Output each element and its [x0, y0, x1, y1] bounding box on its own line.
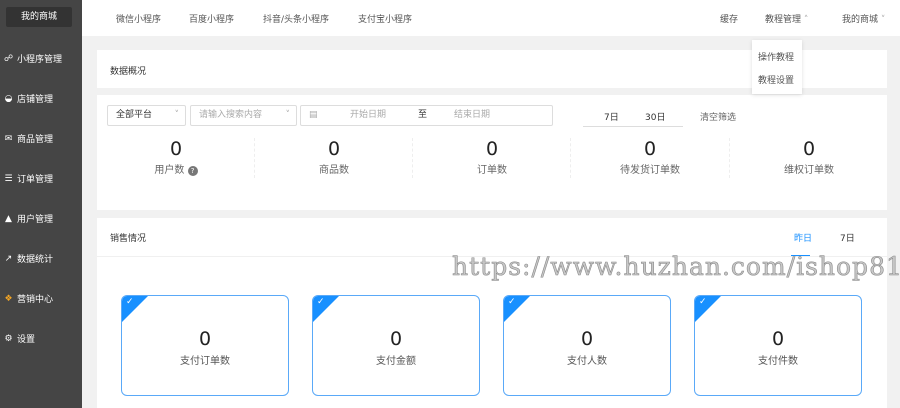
cache-button[interactable]: 缓存 [720, 12, 738, 25]
menu-item-tutorial-settings[interactable]: 教程设置 [758, 73, 794, 86]
chevron-down-icon: ˅ [174, 110, 180, 120]
check-icon: ✓ [317, 297, 325, 307]
chevron-up-icon: ˄ [803, 15, 809, 25]
tab-wechat[interactable]: 微信小程序 [116, 12, 161, 25]
stat-users: 0 用户数 ? [97, 138, 255, 176]
order-icon: ☰ [4, 173, 13, 184]
stat-value: 0 [169, 138, 183, 160]
stat-label: 维权订单数 [784, 165, 834, 176]
card-label: 支付订单数 [180, 356, 230, 367]
date-separator: 至 [418, 110, 428, 120]
menu-item-tutorial[interactable]: 操作教程 [758, 50, 794, 63]
tutorial-menu[interactable]: 教程管理 ˄ [765, 12, 808, 25]
clear-filter-button[interactable]: 清空筛选 [700, 110, 736, 123]
stat-label: 待发货订单数 [620, 165, 680, 176]
sales-card-paid-amount[interactable]: ✓ 0 支付金额 [312, 295, 480, 396]
end-date-input[interactable]: 结束日期 [454, 106, 490, 125]
tab-yesterday[interactable]: 昨日 [794, 231, 812, 244]
card-label: 支付件数 [758, 356, 798, 367]
sales-title: 销售情况 [110, 234, 147, 244]
sidebar-item-label: 营销中心 [17, 295, 54, 305]
sales-card-paid-users[interactable]: ✓ 0 支付人数 [503, 295, 671, 396]
sidebar-item-label: 小程序管理 [17, 55, 63, 65]
calendar-icon: ▤ [309, 110, 318, 120]
stat-value: 0 [643, 138, 657, 160]
stat-orders: 0 订单数 [413, 138, 571, 176]
logo[interactable]: 我的商城 [6, 7, 72, 27]
marketing-icon: ❖ [4, 293, 13, 304]
chart-icon: ↗ [4, 253, 13, 264]
sidebar-item-label: 设置 [17, 335, 36, 345]
store-icon: ◒ [4, 93, 13, 104]
search-placeholder: 请输入搜索内容 [199, 110, 263, 120]
sales-card-paid-items[interactable]: ✓ 0 支付件数 [694, 295, 862, 396]
sidebar-item-users[interactable]: ▲ 用户管理 [4, 212, 54, 226]
stat-label: 用户数 [154, 165, 185, 176]
date-range-picker[interactable]: ▤ 开始日期 至 结束日期 [300, 105, 553, 126]
sidebar-item-orders[interactable]: ☰ 订单管理 [4, 172, 54, 186]
search-input[interactable]: 请输入搜索内容 ˅ [190, 105, 297, 126]
gear-icon: ⚙ [4, 333, 13, 344]
stat-value: 0 [327, 138, 341, 160]
overview-title: 数据概况 [110, 67, 147, 77]
card-value: 0 [198, 328, 212, 350]
stat-label: 订单数 [477, 165, 507, 176]
range-7-days[interactable]: 7日 [604, 110, 619, 123]
sidebar-item-goods[interactable]: ✉ 商品管理 [4, 132, 54, 146]
chevron-down-icon: ˅ [880, 15, 886, 25]
stat-label: 商品数 [319, 165, 349, 176]
stat-value: 0 [485, 138, 499, 160]
platform-value: 全部平台 [116, 110, 153, 120]
sidebar-item-settings[interactable]: ⚙ 设置 [4, 332, 36, 346]
sidebar-item-store[interactable]: ◒ 店铺管理 [4, 92, 54, 106]
card-label: 支付人数 [567, 356, 607, 367]
goods-icon: ✉ [4, 133, 13, 144]
stat-goods: 0 商品数 [255, 138, 413, 176]
shop-label: 我的商城 [842, 15, 879, 25]
sidebar-item-marketing[interactable]: ❖ 营销中心 [4, 292, 54, 306]
sidebar-item-miniprogram[interactable]: ☍ 小程序管理 [4, 52, 63, 66]
tutorial-dropdown: 操作教程 教程设置 [752, 40, 802, 94]
tutorial-label: 教程管理 [765, 15, 802, 25]
stat-rights-orders: 0 维权订单数 [730, 138, 888, 176]
watermark: https://www.huzhan.com/ishop81 [452, 252, 900, 282]
chevron-down-icon: ˅ [285, 110, 291, 120]
sidebar-item-label: 用户管理 [17, 215, 54, 225]
card-value: 0 [389, 328, 403, 350]
top-bar: 微信小程序 百度小程序 抖音/头条小程序 支付宝小程序 缓存 教程管理 ˄ 我的… [82, 0, 900, 36]
start-date-input[interactable]: 开始日期 [350, 106, 386, 125]
shop-menu[interactable]: 我的商城 ˅ [842, 12, 885, 25]
sidebar: 我的商城 ☍ 小程序管理 ◒ 店铺管理 ✉ 商品管理 ☰ 订单管理 ▲ 用户管理 ↗ 数据统… [0, 0, 82, 408]
range-underline [583, 126, 683, 127]
sidebar-item-label: 商品管理 [17, 135, 54, 145]
platform-select[interactable]: 全部平台 ˅ [107, 105, 186, 126]
help-icon[interactable]: ? [187, 166, 198, 176]
stat-pending-shipment: 0 待发货订单数 [571, 138, 729, 176]
sales-card-paid-orders[interactable]: ✓ 0 支付订单数 [121, 295, 289, 396]
tab-7-days[interactable]: 7日 [840, 231, 855, 244]
check-icon: ✓ [508, 297, 516, 307]
tab-alipay[interactable]: 支付宝小程序 [358, 12, 412, 25]
sidebar-item-stats[interactable]: ↗ 数据统计 [4, 252, 54, 266]
user-icon: ▲ [5, 213, 12, 224]
tab-baidu[interactable]: 百度小程序 [189, 12, 234, 25]
sidebar-item-label: 店铺管理 [17, 95, 54, 105]
tab-douyin[interactable]: 抖音/头条小程序 [263, 12, 329, 25]
sidebar-item-label: 订单管理 [17, 175, 54, 185]
card-value: 0 [771, 328, 785, 350]
range-30-days[interactable]: 30日 [645, 110, 665, 123]
card-label: 支付金额 [376, 356, 416, 367]
link-icon: ☍ [4, 53, 14, 64]
sidebar-item-label: 数据统计 [17, 255, 54, 265]
check-icon: ✓ [126, 297, 134, 307]
card-value: 0 [580, 328, 594, 350]
check-icon: ✓ [699, 297, 707, 307]
stat-value: 0 [802, 138, 816, 160]
